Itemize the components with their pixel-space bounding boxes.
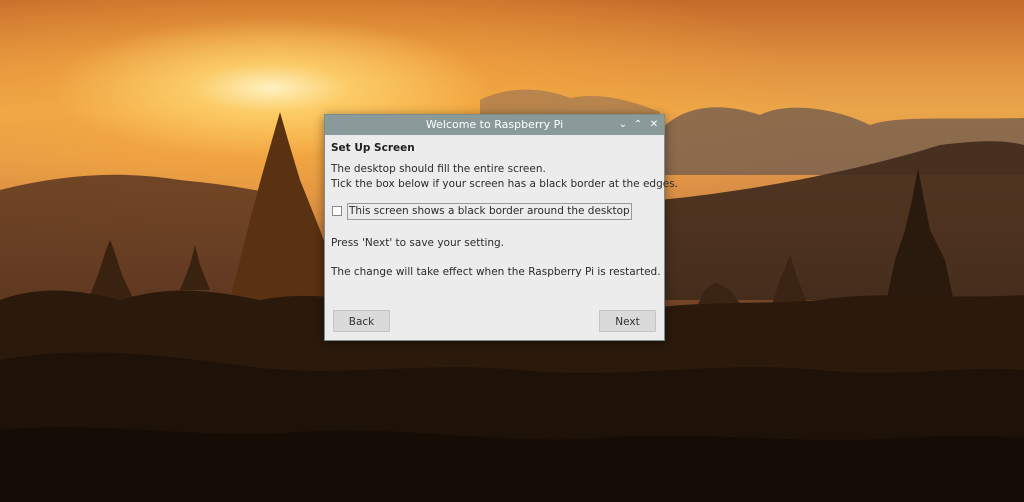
back-button[interactable]: Back [333,310,390,332]
save-hint: Press 'Next' to save your setting. [331,237,505,249]
description-line-2: Tick the box below if your screen has a … [331,178,679,190]
dialog-titlebar[interactable]: Welcome to Raspberry Pi ⌄ ⌃ ✕ [325,115,664,135]
description-line-1: The desktop should fill the entire scree… [331,163,546,175]
next-button[interactable]: Next [599,310,656,332]
border-checkbox-label[interactable]: This screen shows a black border around … [347,203,632,220]
page-heading: Set Up Screen [331,142,415,154]
restart-hint: The change will take effect when the Ras… [331,266,661,278]
border-checkbox-row[interactable]: This screen shows a black border around … [332,203,632,220]
minimize-icon[interactable]: ⌄ [616,117,630,133]
welcome-dialog: Welcome to Raspberry Pi ⌄ ⌃ ✕ Set Up Scr… [324,114,678,341]
maximize-icon[interactable]: ⌃ [631,117,645,133]
border-checkbox[interactable] [332,206,342,216]
close-icon[interactable]: ✕ [647,117,661,133]
dialog-title: Welcome to Raspberry Pi [425,118,564,131]
